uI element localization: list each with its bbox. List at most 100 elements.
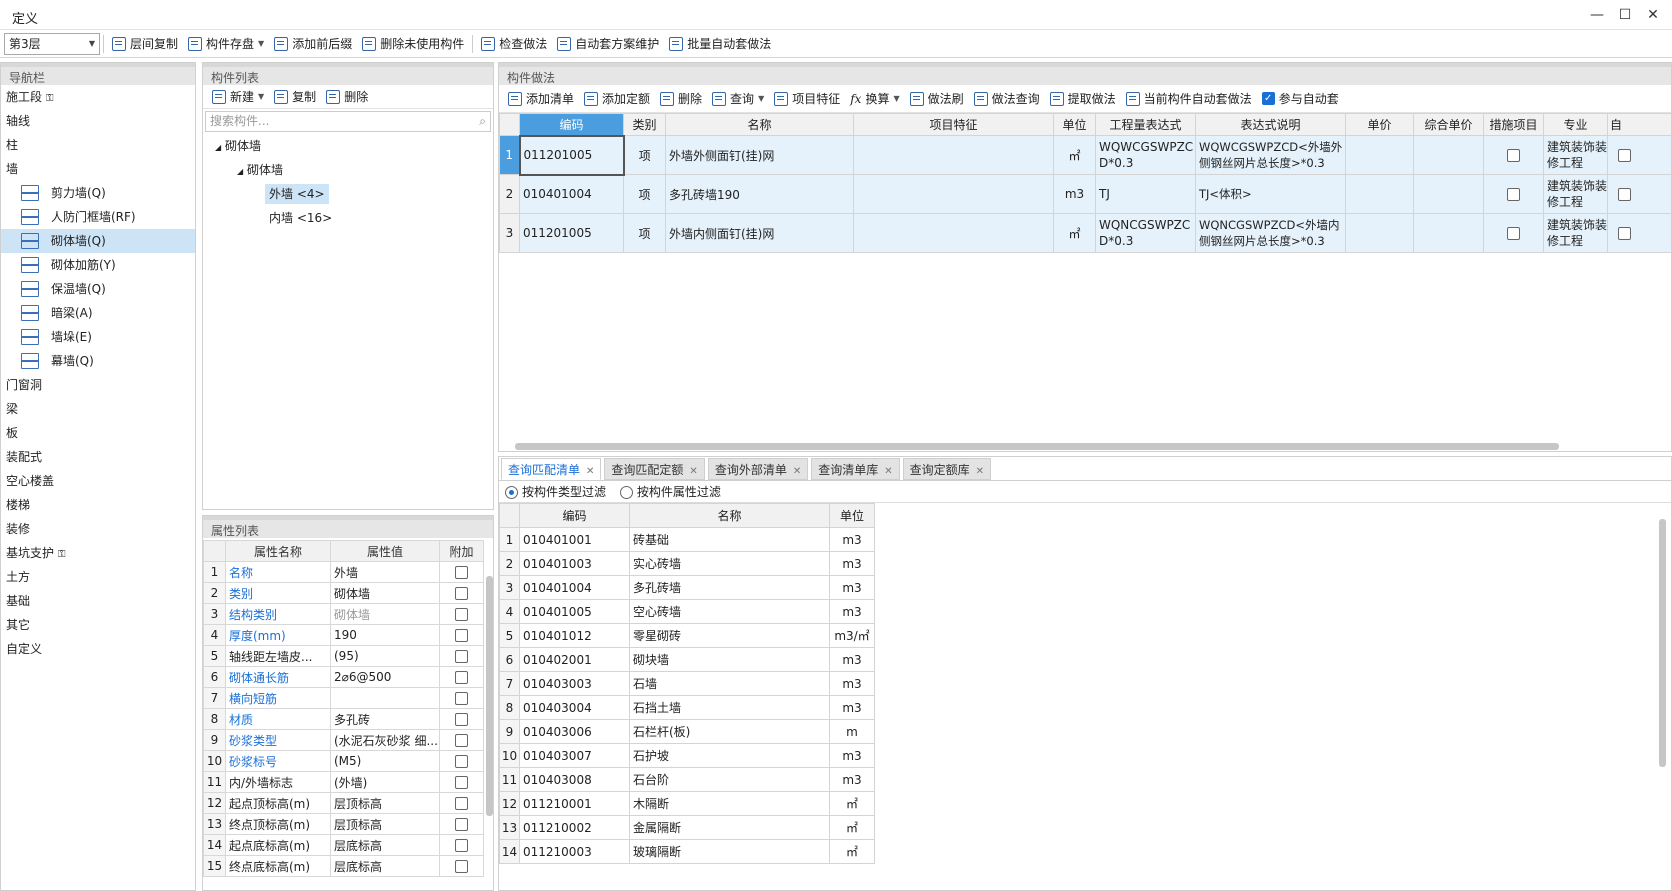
query-row[interactable]: 12 011210001 木隔断㎡: [499, 791, 875, 816]
measure-checkbox[interactable]: [1507, 149, 1520, 162]
name-cell[interactable]: 空心砖墙: [629, 599, 830, 624]
property-row[interactable]: 5 轴线距左墙皮... (95): [203, 645, 484, 667]
query-row[interactable]: 8 010403004 石挡土墙 m3: [499, 695, 875, 720]
property-value[interactable]: (95): [330, 645, 440, 667]
code-cell[interactable]: 010403008: [519, 767, 630, 792]
nav-item-hollow-floor[interactable]: 空心楼盖: [1, 469, 195, 493]
query-row[interactable]: 2 010401003 实心砖墙 m3: [499, 551, 875, 576]
property-value[interactable]: 190: [330, 624, 440, 646]
property-value[interactable]: (M5): [330, 750, 440, 772]
query-row[interactable]: 14 011210003 玻璃隔断㎡: [499, 839, 875, 864]
code-cell[interactable]: 010401005: [519, 599, 630, 624]
unit-cell[interactable]: m3: [1053, 174, 1096, 214]
expr-cell[interactable]: WQNCGSWPZCD*0.3: [1095, 213, 1196, 253]
code-cell[interactable]: 010401004: [519, 575, 630, 600]
floor-select[interactable]: 第3层 ▼: [4, 32, 100, 55]
collapse-icon[interactable]: ◢: [237, 167, 243, 176]
save-component-button[interactable]: 构件存盘 ▼: [183, 32, 269, 56]
feature-cell[interactable]: [853, 174, 1054, 214]
scrollbar[interactable]: [486, 576, 493, 816]
unit-cell[interactable]: m3: [829, 527, 875, 552]
property-row[interactable]: 15 终点底标高(m) 层底标高: [203, 855, 484, 877]
unit-cell[interactable]: m3: [829, 767, 875, 792]
unit-cell[interactable]: m: [829, 719, 875, 744]
total-price-cell[interactable]: [1413, 213, 1484, 253]
append-checkbox[interactable]: [455, 776, 468, 789]
property-row[interactable]: 9 砂浆类型 (水泥石灰砂浆 细...: [203, 729, 484, 751]
col-header[interactable]: 措施项目: [1483, 113, 1544, 136]
col-header[interactable]: 项目特征: [853, 113, 1054, 136]
nav-sub-pilaster[interactable]: 墙垛(E): [1, 325, 195, 349]
code-cell[interactable]: 011201005: [519, 213, 624, 253]
measure-checkbox[interactable]: [1507, 227, 1520, 240]
col-header[interactable]: 单位: [1053, 113, 1096, 136]
name-cell[interactable]: 外墙外侧面钉(挂)网: [665, 135, 854, 175]
copy-between-floors-button[interactable]: 层间复制: [107, 32, 183, 56]
unit-cell[interactable]: m3: [829, 671, 875, 696]
filter-by-attr-radio[interactable]: 按构件属性过滤: [619, 485, 721, 499]
property-row[interactable]: 8 材质 多孔砖: [203, 708, 484, 730]
tree-node[interactable]: 内墙 <16>: [203, 206, 493, 230]
code-cell[interactable]: 010401003: [519, 551, 630, 576]
tab-match-quota[interactable]: 查询匹配定额 ✕: [604, 458, 705, 480]
append-checkbox[interactable]: [455, 650, 468, 663]
method-query-button[interactable]: 做法查询: [969, 87, 1045, 111]
maximize-button[interactable]: ☐: [1612, 4, 1638, 26]
code-cell[interactable]: 011201005: [518, 134, 625, 176]
filter-by-type-radio[interactable]: 按构件类型过滤: [505, 485, 606, 499]
name-cell[interactable]: 石墙: [629, 671, 830, 696]
append-checkbox[interactable]: [455, 587, 468, 600]
name-cell[interactable]: 石挡土墙: [629, 695, 830, 720]
name-cell[interactable]: 石台阶: [629, 767, 830, 792]
expr-desc-cell[interactable]: TJ<体积>: [1195, 174, 1346, 214]
append-checkbox[interactable]: [455, 671, 468, 684]
nav-item-beam[interactable]: 梁: [1, 397, 195, 421]
code-cell[interactable]: 010403006: [519, 719, 630, 744]
query-row[interactable]: 11 010403008 石台阶 m3: [499, 767, 875, 792]
query-row[interactable]: 10 010403007 石护坡 m3: [499, 743, 875, 768]
code-cell[interactable]: 010402001: [519, 647, 630, 672]
property-row[interactable]: 14 起点底标高(m) 层底标高: [203, 834, 484, 856]
code-cell[interactable]: 010403007: [519, 743, 630, 768]
tree-node[interactable]: ◢ 砌体墙: [203, 134, 493, 158]
unit-cell[interactable]: m3: [829, 575, 875, 600]
col-header[interactable]: 单位: [829, 503, 875, 528]
tree-node-selected[interactable]: 外墙 <4>: [203, 182, 493, 206]
property-row[interactable]: 7 横向短筋: [203, 687, 484, 709]
unit-cell[interactable]: m3: [829, 551, 875, 576]
unit-cell[interactable]: ㎡: [1053, 213, 1096, 253]
convert-button[interactable]: fx 换算 ▼: [845, 87, 904, 111]
property-row[interactable]: 13 终点顶标高(m) 层顶标高: [203, 813, 484, 835]
type-cell[interactable]: 项: [623, 135, 666, 175]
nav-item-openings[interactable]: 门窗洞: [1, 373, 195, 397]
code-cell[interactable]: 011210002: [519, 815, 630, 840]
feature-cell[interactable]: [853, 135, 1054, 175]
nav-sub-civil-defense-wall[interactable]: 人防门框墙(RF): [1, 205, 195, 229]
minimize-button[interactable]: —: [1584, 4, 1610, 26]
batch-auto-button[interactable]: 批量自动套做法: [664, 32, 776, 56]
col-header[interactable]: 工程量表达式: [1095, 113, 1196, 136]
append-checkbox[interactable]: [455, 818, 468, 831]
expr-cell[interactable]: TJ: [1095, 174, 1196, 214]
append-checkbox[interactable]: [455, 713, 468, 726]
unit-cell[interactable]: ㎡: [1053, 135, 1096, 175]
append-checkbox[interactable]: [455, 629, 468, 642]
unit-cell[interactable]: m3/㎡: [829, 623, 875, 648]
query-row[interactable]: 7 010403003 石墙 m3: [499, 671, 875, 696]
nav-sub-shear-wall[interactable]: 剪力墙(Q): [1, 181, 195, 205]
nav-sub-insulation-wall[interactable]: 保温墙(Q): [1, 277, 195, 301]
query-button[interactable]: 查询 ▼: [707, 87, 769, 111]
close-icon[interactable]: ✕: [976, 466, 984, 477]
check-method-button[interactable]: 检查做法: [476, 32, 552, 56]
method-row[interactable]: 2 010401004 项多孔砖墙190 m3 TJ TJ<体积> 建筑装饰装修工程: [499, 174, 1671, 214]
unit-cell[interactable]: ㎡: [829, 839, 875, 864]
name-cell[interactable]: 砌块墙: [629, 647, 830, 672]
property-value[interactable]: 层顶标高: [330, 792, 440, 814]
add-quota-button[interactable]: 添加定额: [579, 87, 655, 111]
property-row[interactable]: 1 名称 外墙: [203, 561, 484, 583]
query-row[interactable]: 3 010401004 多孔砖墙 m3: [499, 575, 875, 600]
name-cell[interactable]: 石护坡: [629, 743, 830, 768]
tab-list-library[interactable]: 查询清单库 ✕: [811, 458, 900, 480]
delete-unused-button[interactable]: 删除未使用构件: [357, 32, 469, 56]
col-header[interactable]: 名称: [629, 503, 830, 528]
